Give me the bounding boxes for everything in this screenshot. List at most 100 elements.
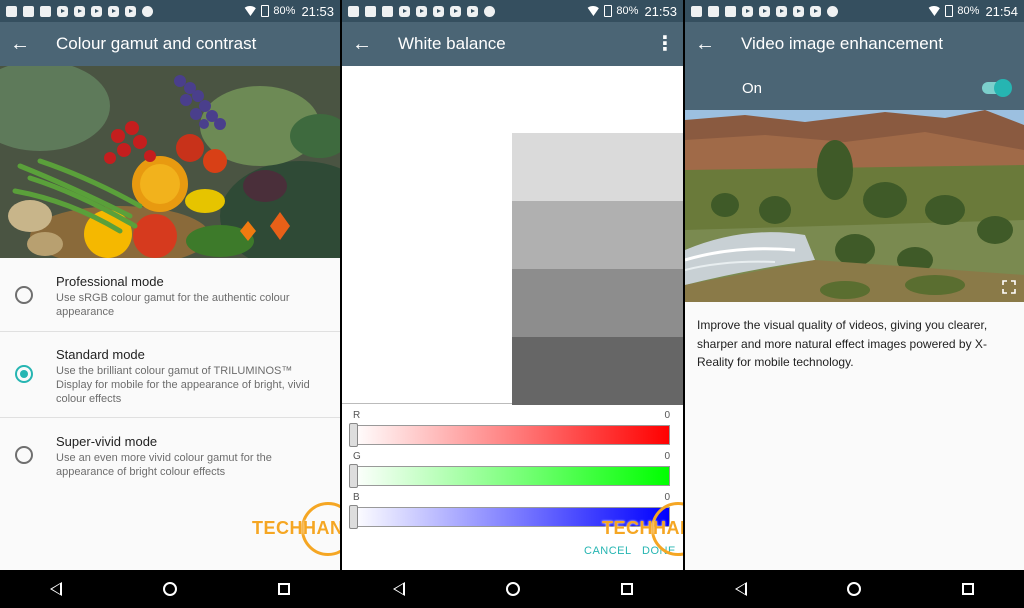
- back-arrow-icon[interactable]: ←: [685, 22, 725, 66]
- page-title: Colour gamut and contrast: [56, 34, 257, 53]
- mode-description: Use sRGB colour gamut for the authentic …: [56, 292, 290, 318]
- youtube-icon: [74, 5, 85, 17]
- nav-home-icon[interactable]: [847, 582, 862, 596]
- video-enhancement-screen: 80% 21:54 ← Video image enhancement On I…: [685, 0, 1024, 608]
- clock: 21:53: [301, 3, 334, 19]
- slider-value-r: 0: [664, 410, 670, 421]
- fullscreen-icon[interactable]: [1002, 280, 1016, 294]
- white-balance-preview: [342, 66, 683, 405]
- youtube-icon: [759, 5, 770, 17]
- red-slider-thumb[interactable]: [349, 423, 358, 447]
- status-bar: 80% 21:53: [342, 0, 683, 22]
- app-bar: ← White balance ⋮: [342, 22, 683, 66]
- landscape-preview-image: [685, 110, 1024, 302]
- youtube-icon: [467, 5, 478, 17]
- battery-icon: [261, 5, 270, 17]
- mode-title: Standard mode: [56, 347, 145, 362]
- radio-button[interactable]: [15, 286, 33, 304]
- battery-icon: [945, 5, 954, 17]
- youtube-icon: [108, 5, 119, 17]
- battery-icon: [604, 5, 613, 17]
- youtube-icon: [57, 5, 68, 17]
- navigation-bar: [0, 570, 340, 608]
- youtube-icon: [776, 5, 787, 17]
- slider-value-g: 0: [664, 451, 670, 462]
- notification-icon: [691, 5, 702, 17]
- slider-label-b: B: [353, 492, 360, 503]
- nav-home-icon[interactable]: [505, 582, 520, 596]
- watermark-text-hangout: HANGOUT: [653, 518, 683, 538]
- nav-back-icon[interactable]: [735, 582, 748, 596]
- nav-recents-icon[interactable]: [961, 583, 974, 595]
- wifi-icon: [243, 6, 258, 16]
- toggle-switch[interactable]: [982, 79, 1012, 97]
- slider-label-g: G: [353, 451, 361, 462]
- notification-icon: [6, 5, 17, 17]
- battery-level: 80%: [957, 5, 980, 17]
- youtube-icon: [91, 5, 102, 17]
- mode-title: Super-vivid mode: [56, 434, 158, 449]
- battery-level: 80%: [616, 5, 639, 17]
- clock: 21:53: [644, 3, 677, 19]
- instagram-icon: [484, 5, 495, 17]
- nav-back-icon[interactable]: [392, 582, 405, 596]
- watermark-logo: TECHHANGOUT: [602, 502, 683, 556]
- youtube-icon: [793, 5, 804, 17]
- page-title: Video image enhancement: [741, 34, 943, 53]
- notification-icon: [725, 5, 736, 17]
- more-options-icon[interactable]: ⋮: [647, 34, 683, 54]
- wifi-icon: [927, 6, 942, 16]
- youtube-icon: [125, 5, 136, 17]
- youtube-icon: [433, 5, 444, 17]
- nav-home-icon[interactable]: [162, 582, 177, 596]
- gray-swatch: [512, 201, 683, 269]
- white-balance-screen: 80% 21:53 ← White balance ⋮ R 0 G 0 B 0 …: [342, 0, 683, 608]
- enhancement-toggle-row[interactable]: On: [685, 66, 1024, 110]
- youtube-icon: [450, 5, 461, 17]
- notification-icon: [23, 5, 34, 17]
- notification-icon: [40, 5, 51, 17]
- gray-swatch: [512, 269, 683, 337]
- green-slider-thumb[interactable]: [349, 464, 358, 488]
- watermark-text-hangout: HANGOUT: [303, 518, 340, 538]
- instagram-icon: [827, 5, 838, 17]
- page-title: White balance: [398, 34, 506, 53]
- app-bar: ← Colour gamut and contrast: [0, 22, 340, 66]
- blue-slider-thumb[interactable]: [349, 505, 358, 529]
- wifi-icon: [586, 6, 601, 16]
- navigation-bar: [342, 570, 683, 608]
- red-slider[interactable]: [352, 425, 670, 445]
- green-slider[interactable]: [352, 466, 670, 486]
- youtube-icon: [399, 5, 410, 17]
- nav-recents-icon[interactable]: [277, 583, 290, 595]
- app-bar: ← Video image enhancement: [685, 22, 1024, 66]
- toggle-label: On: [742, 80, 763, 97]
- feature-description: Improve the visual quality of videos, gi…: [697, 318, 988, 369]
- watermark-text-tech: TECH: [252, 518, 303, 538]
- youtube-icon: [416, 5, 427, 17]
- notification-icon: [365, 5, 376, 17]
- clock: 21:54: [985, 3, 1018, 19]
- watermark-logo: TECHHANGOUT: [252, 502, 340, 556]
- notification-icon: [382, 5, 393, 17]
- youtube-icon: [742, 5, 753, 17]
- instagram-icon: [142, 5, 153, 17]
- toggle-knob: [994, 79, 1012, 97]
- gray-swatch: [512, 133, 683, 201]
- colour-gamut-screen: 80% 21:53 ← Colour gamut and contrast Pr…: [0, 0, 340, 608]
- mode-option-super-vivid[interactable]: Super-vivid mode Use an even more vivid …: [0, 418, 340, 492]
- notification-icon: [708, 5, 719, 17]
- radio-button[interactable]: [15, 446, 33, 464]
- radio-button-selected[interactable]: [15, 365, 33, 383]
- notification-icon: [348, 5, 359, 17]
- mode-option-standard[interactable]: Standard mode Use the brilliant colour g…: [0, 332, 340, 418]
- mode-option-professional[interactable]: Professional mode Use sRGB colour gamut …: [0, 258, 340, 332]
- status-bar: 80% 21:54: [685, 0, 1024, 22]
- mode-title: Professional mode: [56, 274, 164, 289]
- back-arrow-icon[interactable]: ←: [0, 22, 40, 66]
- vegetables-image: [0, 66, 340, 258]
- nav-back-icon[interactable]: [50, 582, 63, 596]
- back-arrow-icon[interactable]: ←: [342, 22, 382, 66]
- status-bar: 80% 21:53: [0, 0, 340, 22]
- nav-recents-icon[interactable]: [620, 583, 633, 595]
